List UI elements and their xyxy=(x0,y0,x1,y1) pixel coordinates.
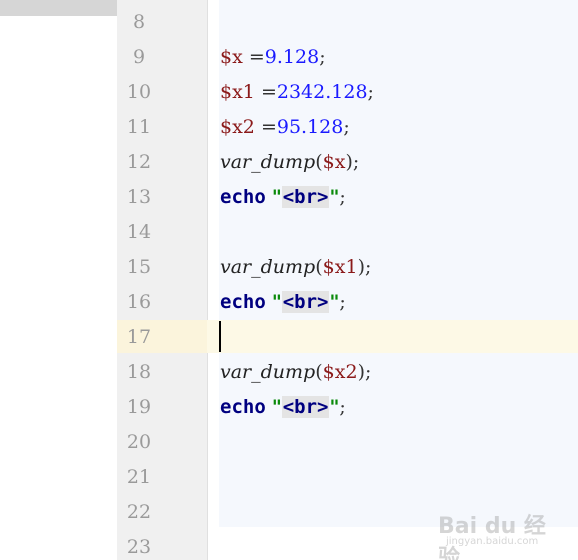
code-line-16[interactable]: echo "<br>"; xyxy=(220,285,346,320)
line-number: 23 xyxy=(126,536,152,558)
semicolon: ; xyxy=(319,46,326,68)
string-quote: " xyxy=(329,396,340,418)
line-number: 14 xyxy=(126,221,152,243)
html-tag: <br> xyxy=(281,186,330,208)
string-quote: " xyxy=(329,291,340,313)
semicolon: ; xyxy=(339,186,346,208)
variable: $x1 xyxy=(220,81,255,103)
line-number: 10 xyxy=(126,81,152,103)
string-quote: " xyxy=(271,396,282,418)
semicolon: ; xyxy=(339,291,346,313)
variable: $x2 xyxy=(322,361,358,383)
line-number-current: 17 xyxy=(126,326,152,348)
number-literal: 2342.128 xyxy=(276,81,368,103)
code-line-19[interactable]: echo "<br>"; xyxy=(220,390,346,425)
panel-tab[interactable] xyxy=(0,0,117,16)
code-line-13[interactable]: echo "<br>"; xyxy=(220,180,346,215)
operator: = xyxy=(242,46,265,68)
line-number: 15 xyxy=(126,256,152,278)
watermark-logo: Bai du 经验 xyxy=(438,514,546,560)
operator: = xyxy=(254,81,277,103)
open-paren: ( xyxy=(315,151,323,173)
line-number: 12 xyxy=(126,151,152,173)
close-paren: ) xyxy=(357,361,365,383)
text-cursor xyxy=(219,321,221,352)
watermark-url: jingyan.baidu.com xyxy=(446,536,539,547)
keyword: echo xyxy=(220,396,266,418)
keyword: echo xyxy=(220,186,266,208)
html-tag: <br> xyxy=(281,291,330,313)
project-panel xyxy=(0,0,117,560)
semicolon: ; xyxy=(364,361,372,383)
number-literal: 9.128 xyxy=(264,46,320,68)
open-paren: ( xyxy=(315,256,323,278)
semicolon: ; xyxy=(339,396,346,418)
close-paren: ) xyxy=(345,151,353,173)
variable: $x xyxy=(322,151,346,173)
number-literal: 95.128 xyxy=(276,116,344,138)
line-number: 8 xyxy=(132,11,146,33)
function-name: var_dump xyxy=(220,361,316,383)
keyword: echo xyxy=(220,291,266,313)
line-number: 13 xyxy=(126,186,152,208)
open-paren: ( xyxy=(315,361,323,383)
operator: = xyxy=(254,116,277,138)
baidu-jingyan-watermark: Bai du 经验 jingyan.baidu.com xyxy=(438,508,558,560)
line-number: 16 xyxy=(126,291,152,313)
close-paren: ) xyxy=(357,256,365,278)
variable: $x1 xyxy=(322,256,358,278)
semicolon: ; xyxy=(343,116,350,138)
line-number: 22 xyxy=(126,501,152,523)
semicolon: ; xyxy=(364,256,372,278)
code-line-18[interactable]: var_dump($x2); xyxy=(220,355,371,390)
line-number: 11 xyxy=(126,116,152,138)
function-name: var_dump xyxy=(220,151,316,173)
variable: $x2 xyxy=(220,116,255,138)
line-number: 19 xyxy=(126,396,152,418)
string-quote: " xyxy=(329,186,340,208)
code-line-12[interactable]: var_dump($x); xyxy=(220,145,359,180)
line-number: 20 xyxy=(126,431,152,453)
html-tag: <br> xyxy=(281,396,330,418)
code-line-11[interactable]: $x2 =95.128; xyxy=(220,110,350,145)
code-line-9[interactable]: $x =9.128; xyxy=(220,40,326,75)
line-number: 9 xyxy=(132,46,146,68)
current-line-highlight xyxy=(117,320,578,353)
function-name: var_dump xyxy=(220,256,316,278)
code-line-10[interactable]: $x1 =2342.128; xyxy=(220,75,374,110)
code-line-15[interactable]: var_dump($x1); xyxy=(220,250,371,285)
code-editor-window: 8 9 10 11 12 13 14 15 16 17 18 19 20 21 … xyxy=(0,0,578,560)
string-quote: " xyxy=(271,186,282,208)
string-quote: " xyxy=(271,291,282,313)
semicolon: ; xyxy=(367,81,374,103)
line-number: 21 xyxy=(126,466,152,488)
line-number: 18 xyxy=(126,361,152,383)
semicolon: ; xyxy=(352,151,360,173)
variable: $x xyxy=(220,46,243,68)
